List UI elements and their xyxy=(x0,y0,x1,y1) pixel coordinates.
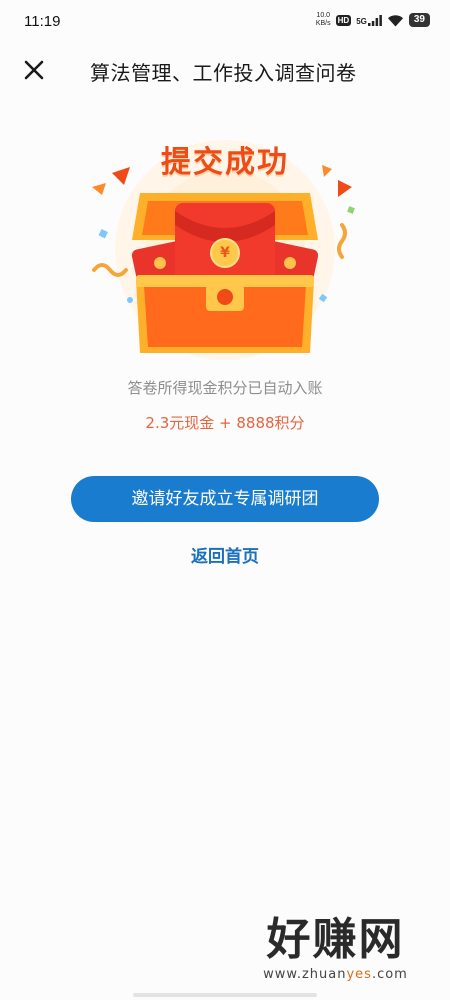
watermark: 好赚网 www.zhuanyes.com xyxy=(243,914,428,983)
home-indicator[interactable] xyxy=(133,993,317,997)
page-title: 算法管理、工作投入调查问卷 xyxy=(90,61,357,85)
watermark-brand: 好赚网 xyxy=(266,914,405,965)
watermark-url: www.zhuanyes.com xyxy=(263,967,408,982)
success-illustration: 提交成功 ¥ xyxy=(80,125,370,360)
status-time: 11:19 xyxy=(24,13,61,30)
coin-icon: ¥ xyxy=(210,238,240,268)
reward-summary: 2.3元现金 + 8888积分 xyxy=(145,414,305,432)
wifi-icon xyxy=(387,14,403,26)
status-icons: 10.0 KB/s HD 5G 39 xyxy=(316,12,430,28)
coin-symbol: ¥ xyxy=(220,245,230,261)
battery-icon: 39 xyxy=(408,13,430,27)
invite-friends-button[interactable]: 邀请好友成立专属调研团 xyxy=(71,476,379,522)
close-button[interactable] xyxy=(18,54,50,86)
back-home-link[interactable]: 返回首页 xyxy=(0,542,450,567)
auto-credit-notice: 答卷所得现金积分已自动入账 xyxy=(127,379,323,397)
signal-icon: 5G xyxy=(356,14,382,26)
status-bar: 11:19 10.0 KB/s HD 5G 39 xyxy=(0,0,450,44)
network-speed: 10.0 KB/s xyxy=(315,12,331,27)
success-title: 提交成功 xyxy=(161,145,289,180)
close-icon xyxy=(24,60,44,80)
header: 算法管理、工作投入调查问卷 xyxy=(0,44,450,96)
network-type: 5G xyxy=(356,16,367,26)
hd-icon: HD xyxy=(335,14,352,26)
